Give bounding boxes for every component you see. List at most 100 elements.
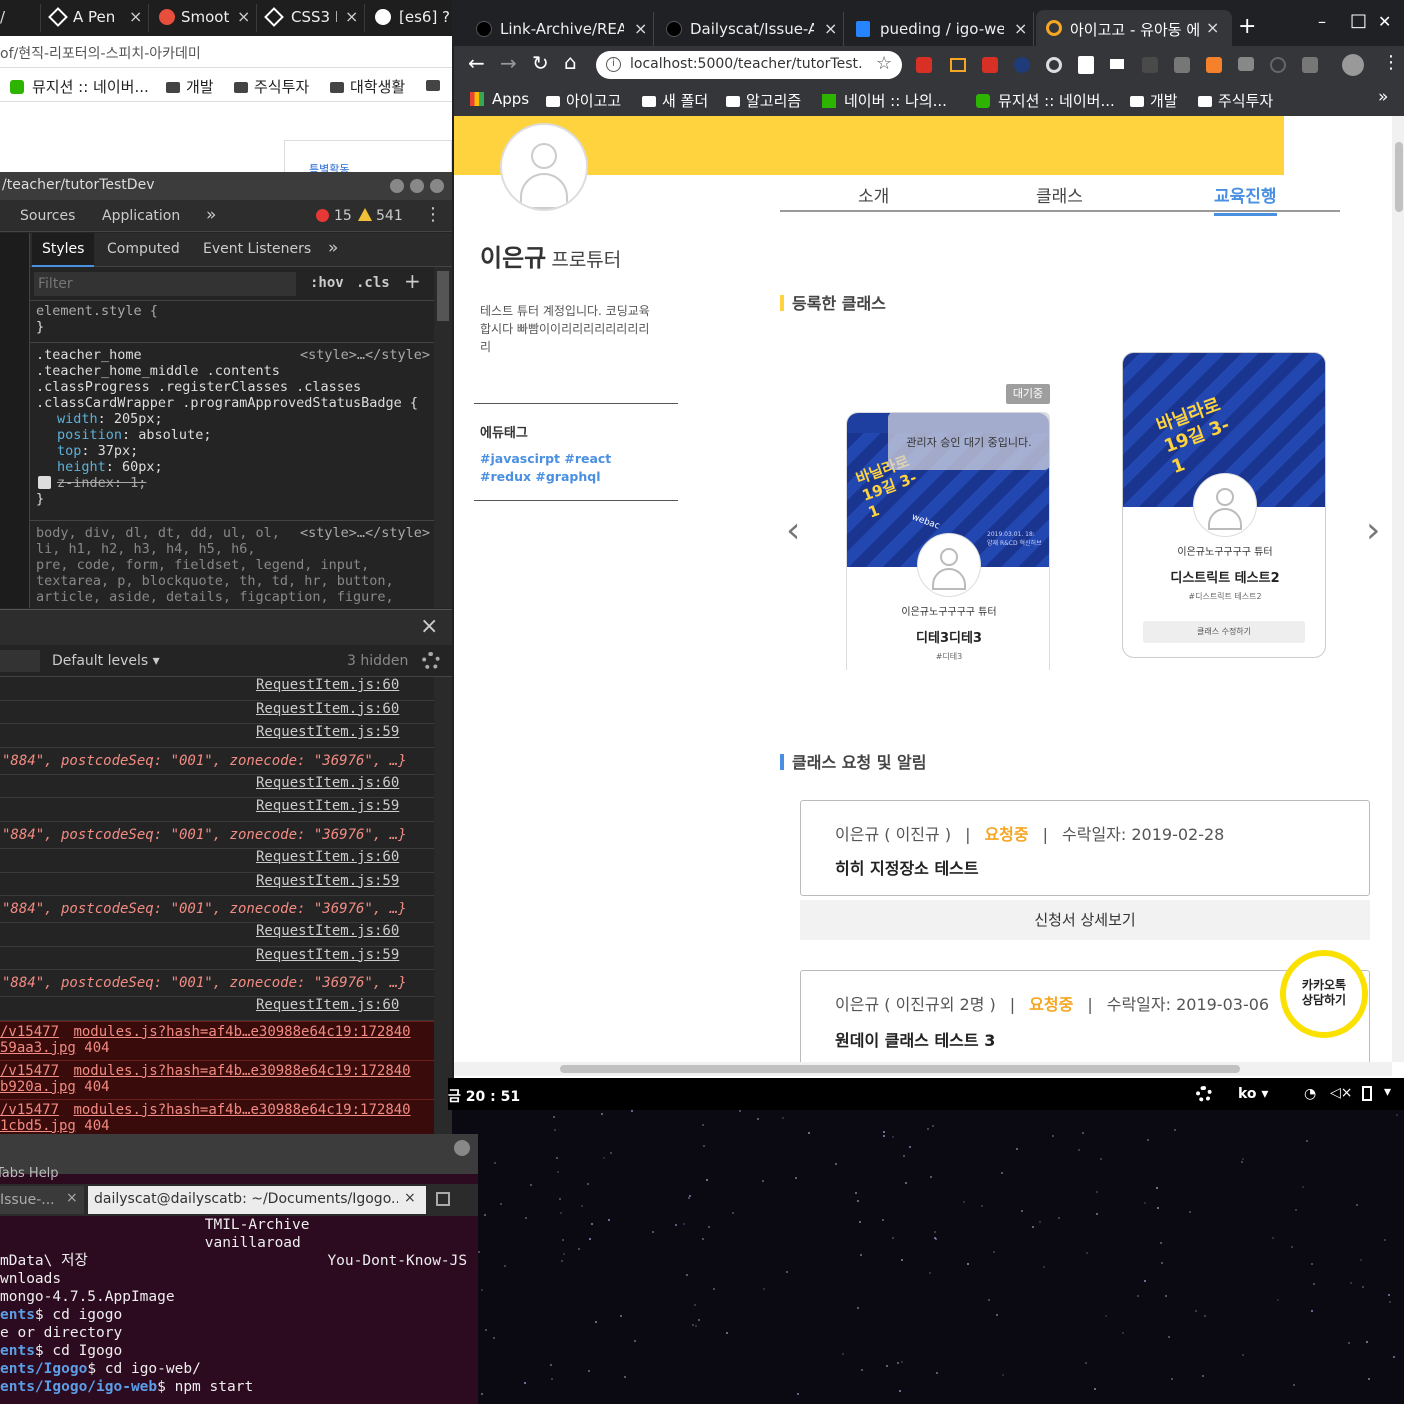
console-filter-input[interactable]	[0, 650, 40, 672]
console-source-link[interactable]: RequestItem.js:60	[256, 775, 399, 791]
panel-tab-sources[interactable]: Sources	[20, 208, 75, 224]
console-source-link[interactable]: RequestItem.js:59	[256, 724, 399, 740]
styles-scrollbar[interactable]	[434, 267, 452, 608]
rule-source-link[interactable]: <style>…</style>	[300, 347, 430, 363]
browser-tab[interactable]: Link-Archive/READ ×	[464, 12, 654, 46]
nav-tab-classes[interactable]: 클래스	[1036, 182, 1083, 207]
wifi-icon[interactable]: ◔	[1304, 1086, 1316, 1102]
nav-tab-intro[interactable]: 소개	[858, 182, 889, 207]
programApprovedStatusBadge-rule[interactable]: <style>…</style> .teacher_home .teacher_…	[30, 343, 434, 521]
window-maximize-icon[interactable]	[410, 179, 424, 193]
log-levels-dropdown[interactable]: Default levels ▾	[52, 653, 160, 669]
new-rule-plus-icon[interactable]: +	[404, 269, 421, 293]
nav-tab-progress[interactable]: 교육진행	[1214, 182, 1277, 216]
bookmarks-more-icon[interactable]: »	[1378, 87, 1388, 107]
extension-icon[interactable]	[1302, 57, 1318, 73]
window-minimize-icon[interactable]	[390, 179, 404, 193]
home-icon[interactable]: ⌂	[564, 50, 577, 74]
subtab-computed[interactable]: Computed	[107, 241, 180, 257]
reload-icon[interactable]: ↻	[532, 51, 549, 75]
left-tab[interactable]: CSS3 E ×	[256, 4, 364, 32]
console-source-link[interactable]: RequestItem.js:60	[256, 701, 399, 717]
terminal-tab[interactable]: Issue-... ×	[0, 1186, 84, 1214]
error-source-link[interactable]: modules.js?hash=af4b…e30988e64c19:172840	[73, 1102, 410, 1118]
console-source-link[interactable]: RequestItem.js:60	[256, 997, 399, 1013]
mute-icon[interactable]: ◁×	[1330, 1085, 1353, 1101]
disable-property-checkbox[interactable]	[38, 476, 51, 489]
new-tab-button[interactable]: +	[1238, 14, 1256, 39]
tab-close-icon[interactable]: ×	[129, 7, 142, 26]
console-source-link[interactable]: RequestItem.js:60	[256, 923, 399, 939]
subtab-more-icon[interactable]: »	[328, 238, 338, 258]
tab-close-icon[interactable]: ×	[404, 1190, 416, 1206]
kebab-menu-icon[interactable]: ⋮	[424, 204, 442, 225]
kakao-chat-button[interactable]: 카카오톡 상담하기	[1280, 950, 1368, 1038]
subtab-event-listeners[interactable]: Event Listeners	[203, 241, 311, 257]
browser-tab[interactable]: pueding / igo-web ×	[844, 12, 1034, 46]
console-close-icon[interactable]: ×	[420, 614, 438, 639]
bookmark-new-folder[interactable]: 새 폴더	[642, 90, 708, 111]
page-vertical-scrollbar[interactable]	[1392, 116, 1404, 1062]
reset-rule[interactable]: <style>…</style> body, div, dl, dt, dd, …	[30, 521, 434, 608]
console-object-preview[interactable]: "884", postcodeSeq: "001", zonecode: "36…	[2, 901, 407, 917]
bookmark-naver[interactable]: 네이버 :: 나의...	[822, 90, 947, 111]
terminal-menu[interactable]: Tabs Help	[0, 1166, 59, 1181]
bookmark-dev[interactable]: 개발	[1130, 90, 1178, 111]
left-address-bar[interactable]: of/현직-리포터의-스피치-아카데미	[0, 36, 452, 68]
extension-icon[interactable]	[982, 57, 998, 73]
extension-icon[interactable]	[950, 58, 966, 72]
tab-close-icon[interactable]: ×	[1014, 19, 1027, 38]
tab-close-icon[interactable]: ×	[66, 1190, 78, 1206]
back-icon[interactable]: ←	[468, 51, 485, 75]
extension-icon[interactable]	[1206, 57, 1222, 73]
bookmark-dev[interactable]: 개발	[166, 76, 214, 97]
rule-source-link[interactable]: <style>…</style>	[300, 525, 430, 541]
tab-close-icon[interactable]: ×	[634, 19, 647, 38]
tab-close-icon[interactable]: ×	[824, 19, 837, 38]
clock[interactable]: 금 20 : 51	[448, 1086, 520, 1106]
bookmark-musician[interactable]: 뮤지션 :: 네이버...	[10, 76, 149, 97]
left-tab[interactable]: Smoot ×	[148, 4, 256, 32]
chrome-menu-icon[interactable]: ⋮	[1382, 52, 1400, 73]
extension-icon[interactable]	[916, 57, 932, 73]
carousel-prev-icon[interactable]: ‹	[786, 510, 800, 551]
error-source-link[interactable]: modules.js?hash=af4b…e30988e64c19:172840	[73, 1063, 410, 1079]
paw-icon[interactable]	[1196, 1086, 1212, 1102]
extension-icon[interactable]	[1142, 57, 1158, 73]
panel-more-icon[interactable]: »	[206, 205, 216, 225]
bookmark-musician[interactable]: 뮤지션 :: 네이버...	[976, 90, 1115, 111]
browser-tab[interactable]: Dailyscat/Issue-Ar ×	[654, 12, 844, 46]
extension-icon[interactable]	[1174, 57, 1190, 73]
console-object-preview[interactable]: "884", postcodeSeq: "001", zonecode: "36…	[2, 827, 407, 843]
hov-toggle[interactable]: :hov	[310, 275, 344, 291]
extension-icon[interactable]	[1238, 57, 1254, 71]
extension-icon[interactable]	[1014, 57, 1030, 73]
cls-toggle[interactable]: .cls	[356, 275, 390, 291]
view-application-button[interactable]: 신청서 상세보기	[800, 900, 1370, 940]
console-object-preview[interactable]: "884", postcodeSeq: "001", zonecode: "36…	[2, 975, 407, 991]
edutag-list[interactable]: #javascirpt #react #redux #graphql	[480, 450, 650, 486]
left-tab[interactable]: A Pen ×	[40, 4, 148, 32]
extension-icon[interactable]	[1270, 57, 1286, 73]
extension-icon[interactable]	[1046, 57, 1062, 73]
new-terminal-tab-icon[interactable]	[436, 1192, 450, 1206]
bookmark-igogo[interactable]: 아이고고	[546, 90, 621, 111]
omnibox[interactable]: i localhost:5000/teacher/tutorTest… ☆	[596, 51, 902, 79]
styles-filter-input[interactable]	[34, 272, 296, 296]
terminal-tab-active[interactable]: dailyscat@dailyscatb: ~/Documents/Igogo.…	[88, 1186, 426, 1214]
profile-avatar[interactable]	[1342, 54, 1364, 76]
console-source-link[interactable]: RequestItem.js:60	[256, 849, 399, 865]
window-close-button[interactable]: ✕	[1378, 12, 1391, 31]
battery-icon[interactable]	[1362, 1086, 1372, 1101]
panel-tab-application[interactable]: Application	[102, 208, 180, 224]
class-card[interactable]: 바닐라로 19길 3-1 이은규노구구구구 튜터 디스트릭트 테스트2 #디스트…	[1122, 352, 1326, 658]
edit-class-button[interactable]: 클래스 수정하기	[1143, 621, 1305, 643]
system-menu-icon[interactable]: ▾	[1384, 1084, 1391, 1100]
extension-icon[interactable]	[1078, 56, 1094, 74]
carousel-next-icon[interactable]: ›	[1366, 510, 1380, 551]
element-style-rule[interactable]: element.style {}	[30, 301, 434, 343]
console-source-link[interactable]: RequestItem.js:59	[256, 873, 399, 889]
page-horizontal-scrollbar[interactable]	[454, 1062, 1392, 1076]
terminal-output[interactable]: TMIL-Archive vanillaroad mData\ 저장 You-Do…	[0, 1216, 478, 1404]
browser-tab-active[interactable]: 아이고고 - 유아동 에 ×	[1036, 10, 1232, 46]
